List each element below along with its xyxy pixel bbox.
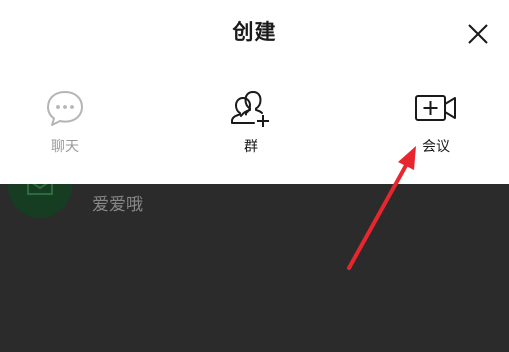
conversation-name[interactable]: 爱爱哦	[92, 190, 143, 215]
create-meeting-label: 会议	[422, 139, 450, 155]
create-chat-label: 聊天	[51, 139, 79, 155]
page-title: 创建	[232, 20, 277, 44]
close-icon	[468, 24, 488, 44]
chat-bubble-icon	[47, 91, 83, 126]
create-group-option[interactable]: 群	[211, 86, 291, 166]
create-sheet: 创建 聊天 群 会议	[0, 0, 509, 184]
video-add-icon	[415, 95, 456, 121]
create-meeting-option[interactable]: 会议	[396, 86, 476, 166]
create-chat-option[interactable]: 聊天	[25, 86, 105, 166]
group-add-icon	[231, 91, 269, 127]
close-button[interactable]	[462, 18, 494, 50]
create-group-label: 群	[244, 139, 258, 155]
